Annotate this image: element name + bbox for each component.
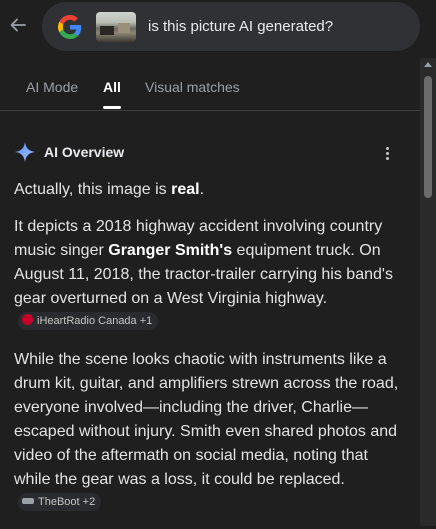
emphasis-granger-smith: Granger Smith's xyxy=(108,242,233,259)
source-label: iHeartRadio Canada +1 xyxy=(37,314,153,327)
emphasis-real: real xyxy=(171,181,200,198)
search-query-text[interactable]: is this picture AI generated? xyxy=(148,2,333,51)
sparkle-icon xyxy=(14,141,36,163)
google-logo-icon xyxy=(58,15,82,39)
query-image-thumbnail[interactable] xyxy=(96,12,136,42)
paragraph-2: It depicts a 2018 highway accident invol… xyxy=(14,215,406,335)
scrollbar[interactable] xyxy=(420,58,436,526)
paragraph-1-end: . xyxy=(199,181,205,198)
more-options-icon[interactable] xyxy=(386,147,390,161)
paragraph-3-text: While the scene looks chaotic with instr… xyxy=(14,351,399,488)
tab-all[interactable]: All xyxy=(103,79,121,95)
theboot-icon xyxy=(22,497,34,504)
active-tab-indicator xyxy=(103,106,121,109)
top-bar: is this picture AI generated? xyxy=(0,0,436,58)
scroll-up-arrow-icon[interactable] xyxy=(424,62,432,67)
ai-overview-content: Actually, this image is real. It depicts… xyxy=(14,178,406,529)
source-label: TheBoot +2 xyxy=(38,495,96,508)
scrollbar-thumb[interactable] xyxy=(424,76,432,198)
tab-bar: AI Mode All Visual matches xyxy=(0,66,420,111)
paragraph-1-text: Actually, this image is xyxy=(14,181,172,198)
paragraph-1: Actually, this image is real. xyxy=(14,178,406,202)
source-chip-theboot[interactable]: TheBoot +2 xyxy=(18,492,102,511)
source-chip-iheartradio[interactable]: iHeartRadio Canada +1 xyxy=(18,311,159,330)
ai-overview-title: AI Overview xyxy=(44,144,125,160)
paragraph-3: While the scene looks chaotic with instr… xyxy=(14,348,406,516)
back-arrow-icon[interactable] xyxy=(8,15,28,35)
iheartradio-icon xyxy=(22,314,33,326)
tab-visual-matches[interactable]: Visual matches xyxy=(145,79,240,95)
ai-overview-header: AI Overview xyxy=(14,141,404,165)
tab-ai-mode[interactable]: AI Mode xyxy=(26,79,78,95)
search-box[interactable]: is this picture AI generated? xyxy=(42,2,420,51)
